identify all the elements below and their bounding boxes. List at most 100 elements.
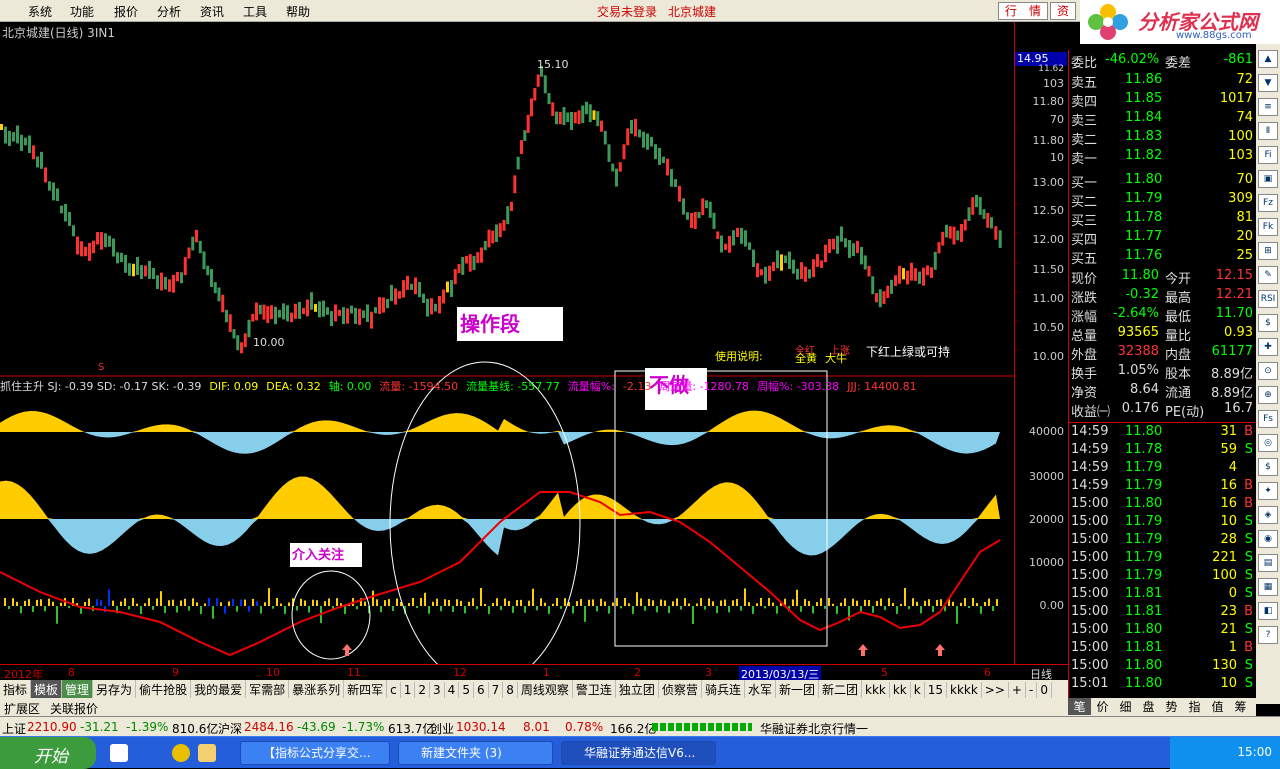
start-button[interactable]: 开始: [0, 737, 96, 769]
toolbar-button-icon[interactable]: ◧: [1258, 602, 1278, 620]
template-tab[interactable]: 2: [415, 682, 431, 698]
quote-row: 卖一 11.82 103: [1069, 148, 1257, 167]
quicklaunch-desktop-icon[interactable]: [110, 744, 128, 762]
template-tab[interactable]: 周线观察: [518, 680, 573, 698]
toolbar-button-icon[interactable]: ▤: [1258, 554, 1278, 572]
template-tab[interactable]: 另存为: [93, 680, 137, 698]
candle: [92, 240, 95, 254]
toolbar-button-icon[interactable]: ▣: [1258, 170, 1278, 188]
template-tab[interactable]: 暴涨系列: [289, 680, 345, 698]
template-tab[interactable]: 侦察营: [659, 680, 702, 698]
menu-analysis[interactable]: 分析: [157, 3, 181, 20]
template-tab[interactable]: 0: [1037, 682, 1052, 698]
toolbar-button-icon[interactable]: Fs: [1258, 410, 1278, 428]
template-tab[interactable]: 指标: [0, 680, 32, 698]
toolbar-button-icon[interactable]: Fi: [1258, 146, 1278, 164]
toolbar-button-icon[interactable]: $: [1258, 458, 1278, 476]
template-tab[interactable]: 骑兵连: [702, 680, 745, 698]
template-tab[interactable]: 新二团: [819, 680, 862, 698]
task-tdx[interactable]: 华融证券通达信V6...: [561, 741, 716, 765]
volume-bar: [288, 602, 290, 606]
toolbar-button-icon[interactable]: ?: [1258, 626, 1278, 644]
volume-bar: [924, 600, 926, 606]
toolbar-button-icon[interactable]: ◈: [1258, 506, 1278, 524]
menu-help[interactable]: 帮助: [286, 3, 310, 20]
template-tab[interactable]: 我的最爱: [191, 680, 247, 698]
menu-system[interactable]: 系统: [28, 3, 52, 20]
stat-label: 涨幅: [1071, 310, 1098, 325]
stat-label: 最低: [1165, 310, 1192, 325]
tab-extension[interactable]: 扩展区: [4, 700, 40, 717]
panel-tab[interactable]: 盘: [1137, 698, 1160, 715]
quicklaunch-browser-icon[interactable]: [172, 744, 190, 762]
template-tab[interactable]: +: [1009, 682, 1026, 698]
candle: [634, 118, 637, 137]
toolbar-button-icon[interactable]: ✦: [1258, 482, 1278, 500]
tab-info[interactable]: 资: [1050, 2, 1077, 20]
template-tab[interactable]: 3: [430, 682, 445, 698]
toolbar-button-icon[interactable]: ⊞: [1258, 242, 1278, 260]
panel-tab[interactable]: 细: [1114, 698, 1137, 715]
template-tab[interactable]: 8: [503, 682, 518, 698]
toolbar-button-icon[interactable]: ◉: [1258, 530, 1278, 548]
toolbar-button-icon[interactable]: ≡: [1258, 98, 1278, 116]
template-tab[interactable]: 1: [401, 682, 416, 698]
template-tab[interactable]: 管理: [62, 680, 94, 698]
toolbar-button-icon[interactable]: Fk: [1258, 218, 1278, 236]
panel-tab[interactable]: 势: [1160, 698, 1183, 715]
template-tab[interactable]: 新四军: [344, 680, 388, 698]
template-tab[interactable]: 军需部: [246, 680, 290, 698]
template-tab[interactable]: c: [387, 682, 401, 698]
volume-bar: [556, 598, 558, 606]
panel-tab[interactable]: 值: [1206, 698, 1229, 715]
toolbar-button-icon[interactable]: RSI: [1258, 290, 1278, 308]
menu-quote[interactable]: 报价: [114, 3, 138, 20]
template-tab[interactable]: 偷牛抢股: [136, 680, 192, 698]
volume-bar: [608, 606, 610, 614]
menu-news[interactable]: 资讯: [200, 3, 224, 20]
template-tab[interactable]: 15: [925, 682, 947, 698]
template-tab[interactable]: 4: [445, 682, 460, 698]
toolbar-button-icon[interactable]: Fz: [1258, 194, 1278, 212]
template-tab[interactable]: kk: [890, 682, 911, 698]
template-tab[interactable]: 5: [459, 682, 474, 698]
template-tab[interactable]: k: [911, 682, 925, 698]
template-tab[interactable]: 新一团: [776, 680, 819, 698]
panel-tab[interactable]: 价: [1091, 698, 1114, 715]
toolbar-button-icon[interactable]: ▦: [1258, 578, 1278, 596]
template-tab[interactable]: 独立团: [616, 680, 659, 698]
toolbar-button-icon[interactable]: ⊙: [1258, 362, 1278, 380]
main-chart-area[interactable]: [0, 22, 1066, 722]
panel-tab[interactable]: 筹: [1229, 698, 1252, 715]
volume-bar: [492, 602, 494, 606]
toolbar-button-icon[interactable]: ◎: [1258, 434, 1278, 452]
template-tab[interactable]: -: [1026, 682, 1038, 698]
toolbar-button-icon[interactable]: ⊕: [1258, 386, 1278, 404]
task-indicator-share[interactable]: 【指标公式分享交...: [240, 741, 390, 765]
quicklaunch-folder-icon[interactable]: [198, 744, 216, 762]
volume-bar: [884, 606, 886, 611]
template-tab[interactable]: kkkk: [947, 682, 982, 698]
template-tab[interactable]: kkk: [862, 682, 890, 698]
tab-market[interactable]: 行 情: [998, 2, 1049, 20]
task-new-folder[interactable]: 新建文件夹 (3): [398, 741, 553, 765]
toolbar-button-icon[interactable]: ✎: [1258, 266, 1278, 284]
template-tab[interactable]: 7: [489, 682, 504, 698]
toolbar-button-icon[interactable]: $: [1258, 314, 1278, 332]
template-tab[interactable]: 警卫连: [573, 680, 616, 698]
menu-function[interactable]: 功能: [70, 3, 94, 20]
panel-tab[interactable]: 指: [1183, 698, 1206, 715]
toolbar-button-icon[interactable]: ▼: [1258, 74, 1278, 92]
toolbar-button-icon[interactable]: ▲: [1258, 50, 1278, 68]
menu-tools[interactable]: 工具: [243, 3, 267, 20]
template-tab[interactable]: 模板: [31, 680, 63, 698]
volume-bar: [804, 599, 806, 606]
toolbar-button-icon[interactable]: ✚: [1258, 338, 1278, 356]
template-tab[interactable]: 水军: [745, 680, 776, 698]
tab-related-quote[interactable]: 关联报价: [50, 700, 98, 717]
template-tab[interactable]: >>: [982, 682, 1009, 698]
quote-row: 15:00 11.79 221 S: [1069, 550, 1257, 568]
panel-tab[interactable]: 笔: [1068, 698, 1091, 715]
template-tab[interactable]: 6: [474, 682, 489, 698]
toolbar-button-icon[interactable]: Ⅱ: [1258, 122, 1278, 140]
